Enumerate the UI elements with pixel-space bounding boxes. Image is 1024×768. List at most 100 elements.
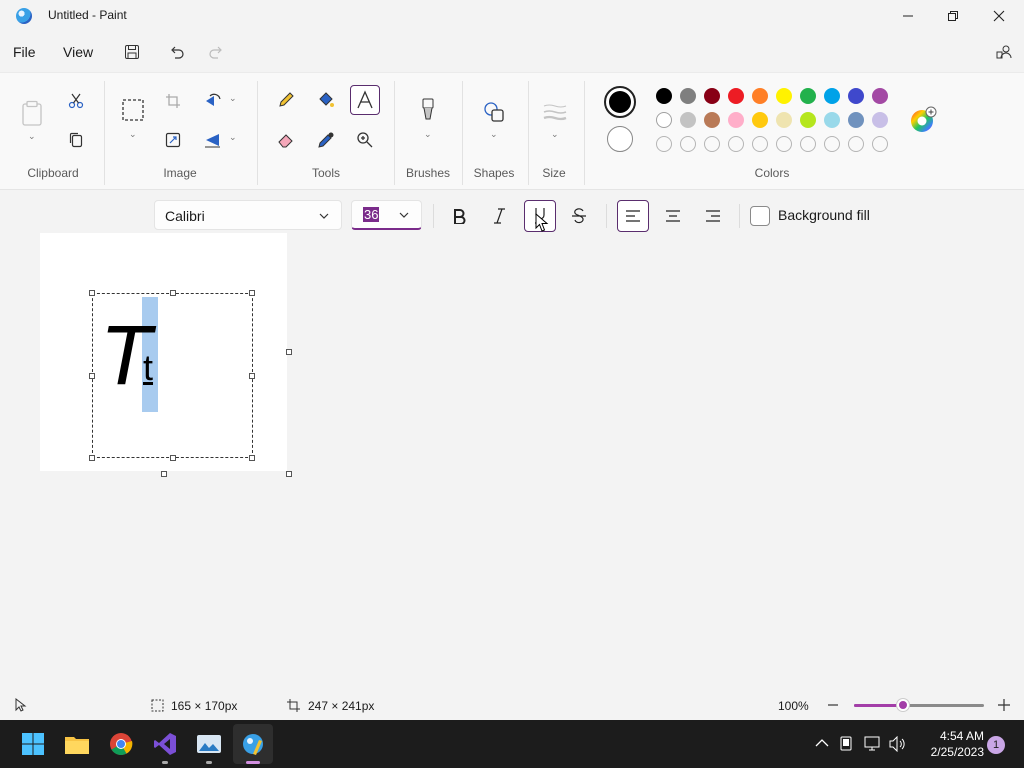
textbox-handle[interactable]	[170, 455, 176, 461]
close-button[interactable]	[976, 0, 1022, 32]
align-center-button[interactable]	[657, 200, 689, 232]
color-swatch[interactable]	[824, 88, 840, 104]
paste-button[interactable]	[17, 95, 47, 131]
color-swatch[interactable]	[824, 112, 840, 128]
color-swatch[interactable]	[800, 112, 816, 128]
color-swatch[interactable]	[728, 112, 744, 128]
pencil-button[interactable]	[271, 85, 301, 115]
resize-button[interactable]	[158, 125, 188, 155]
taskbar-photos[interactable]	[195, 730, 223, 758]
select-button[interactable]	[118, 95, 148, 125]
zoom-out-icon[interactable]	[827, 699, 839, 711]
canvas-resize-handle-corner[interactable]	[286, 471, 292, 477]
chevron-up-icon[interactable]	[815, 738, 829, 748]
cut-button[interactable]	[61, 86, 91, 116]
custom-color-slot[interactable]	[704, 136, 720, 152]
custom-color-slot[interactable]	[824, 136, 840, 152]
textbox-handle[interactable]	[89, 373, 95, 379]
background-fill-label[interactable]: Background fill	[778, 207, 870, 223]
zoom-level-text[interactable]: 100%	[778, 699, 809, 713]
color-swatch[interactable]	[848, 112, 864, 128]
italic-button[interactable]	[483, 200, 515, 232]
minimize-button[interactable]	[885, 0, 931, 32]
taskbar-file-explorer[interactable]	[63, 730, 91, 758]
font-family-dropdown[interactable]: Calibri	[154, 200, 342, 230]
zoom-slider-thumb[interactable]	[897, 699, 910, 711]
select-chevron-icon[interactable]: ⌄	[129, 129, 137, 140]
copy-button[interactable]	[61, 125, 91, 155]
color-swatch[interactable]	[704, 88, 720, 104]
taskbar-visual-studio[interactable]	[151, 730, 179, 758]
account-button[interactable]	[992, 40, 1016, 64]
color-swatch[interactable]	[704, 112, 720, 128]
maximize-button[interactable]	[930, 0, 976, 32]
shapes-chevron-icon[interactable]: ⌄	[490, 129, 498, 140]
custom-color-slot[interactable]	[872, 136, 888, 152]
color-swatch[interactable]	[752, 88, 768, 104]
secondary-color-button[interactable]	[607, 126, 633, 152]
color-swatch[interactable]	[752, 112, 768, 128]
zoom-slider[interactable]	[854, 699, 984, 711]
notification-badge[interactable]: 1	[987, 736, 1005, 754]
eraser-button[interactable]	[271, 125, 301, 155]
textbox-handle[interactable]	[89, 290, 95, 296]
color-swatch[interactable]	[800, 88, 816, 104]
color-swatch[interactable]	[728, 88, 744, 104]
custom-color-slot[interactable]	[728, 136, 744, 152]
size-chevron-icon[interactable]: ⌄	[551, 129, 559, 140]
rotate-button[interactable]	[198, 86, 228, 116]
flip-button[interactable]	[198, 125, 228, 155]
crop-button[interactable]	[158, 86, 188, 116]
color-swatch[interactable]	[872, 88, 888, 104]
taskbar-paint[interactable]	[239, 730, 267, 758]
canvas-resize-handle-right[interactable]	[286, 349, 292, 355]
custom-color-slot[interactable]	[680, 136, 696, 152]
flip-chevron-icon[interactable]: ⌄	[229, 132, 237, 143]
custom-color-slot[interactable]	[776, 136, 792, 152]
brushes-button[interactable]	[413, 95, 443, 125]
background-fill-checkbox[interactable]	[750, 206, 770, 226]
color-swatch[interactable]	[872, 112, 888, 128]
textbox-handle[interactable]	[249, 373, 255, 379]
canvas-resize-handle-bottom[interactable]	[161, 471, 167, 477]
taskbar-chrome[interactable]	[107, 730, 135, 758]
color-swatch[interactable]	[656, 88, 672, 104]
fill-button[interactable]	[311, 85, 341, 115]
custom-color-slot[interactable]	[752, 136, 768, 152]
undo-button[interactable]	[165, 40, 189, 64]
save-button[interactable]	[120, 40, 144, 64]
primary-color-button[interactable]	[604, 86, 636, 118]
redo-button[interactable]	[204, 40, 228, 64]
text-box-selection[interactable]	[92, 293, 253, 458]
custom-color-slot[interactable]	[656, 136, 672, 152]
zoom-in-icon[interactable]	[997, 698, 1011, 712]
network-icon[interactable]	[864, 736, 882, 752]
system-clock[interactable]: 4:54 AM 2/25/2023	[914, 728, 984, 760]
brushes-chevron-icon[interactable]: ⌄	[424, 129, 432, 140]
custom-color-slot[interactable]	[848, 136, 864, 152]
edit-colors-button[interactable]	[908, 105, 938, 135]
start-button[interactable]	[19, 730, 47, 758]
size-button[interactable]	[540, 97, 570, 127]
menu-view[interactable]: View	[63, 44, 93, 60]
textbox-handle[interactable]	[249, 455, 255, 461]
color-swatch[interactable]	[680, 88, 696, 104]
magnifier-button[interactable]	[350, 125, 380, 155]
strikethrough-button[interactable]	[563, 200, 595, 232]
textbox-handle[interactable]	[170, 290, 176, 296]
menu-file[interactable]: File	[13, 44, 36, 60]
align-left-button[interactable]	[617, 200, 649, 232]
color-picker-button[interactable]	[311, 125, 341, 155]
text-button[interactable]	[350, 85, 380, 115]
font-size-dropdown[interactable]: 36	[351, 200, 422, 230]
rotate-chevron-icon[interactable]: ⌄	[229, 93, 237, 104]
align-right-button[interactable]	[697, 200, 729, 232]
color-swatch[interactable]	[680, 112, 696, 128]
color-swatch[interactable]	[776, 112, 792, 128]
color-swatch[interactable]	[848, 88, 864, 104]
color-swatch[interactable]	[776, 88, 792, 104]
paste-chevron-icon[interactable]: ⌄	[28, 131, 36, 142]
tablet-device-icon[interactable]	[839, 736, 853, 752]
bold-button[interactable]	[443, 200, 475, 232]
volume-icon[interactable]	[888, 736, 906, 752]
